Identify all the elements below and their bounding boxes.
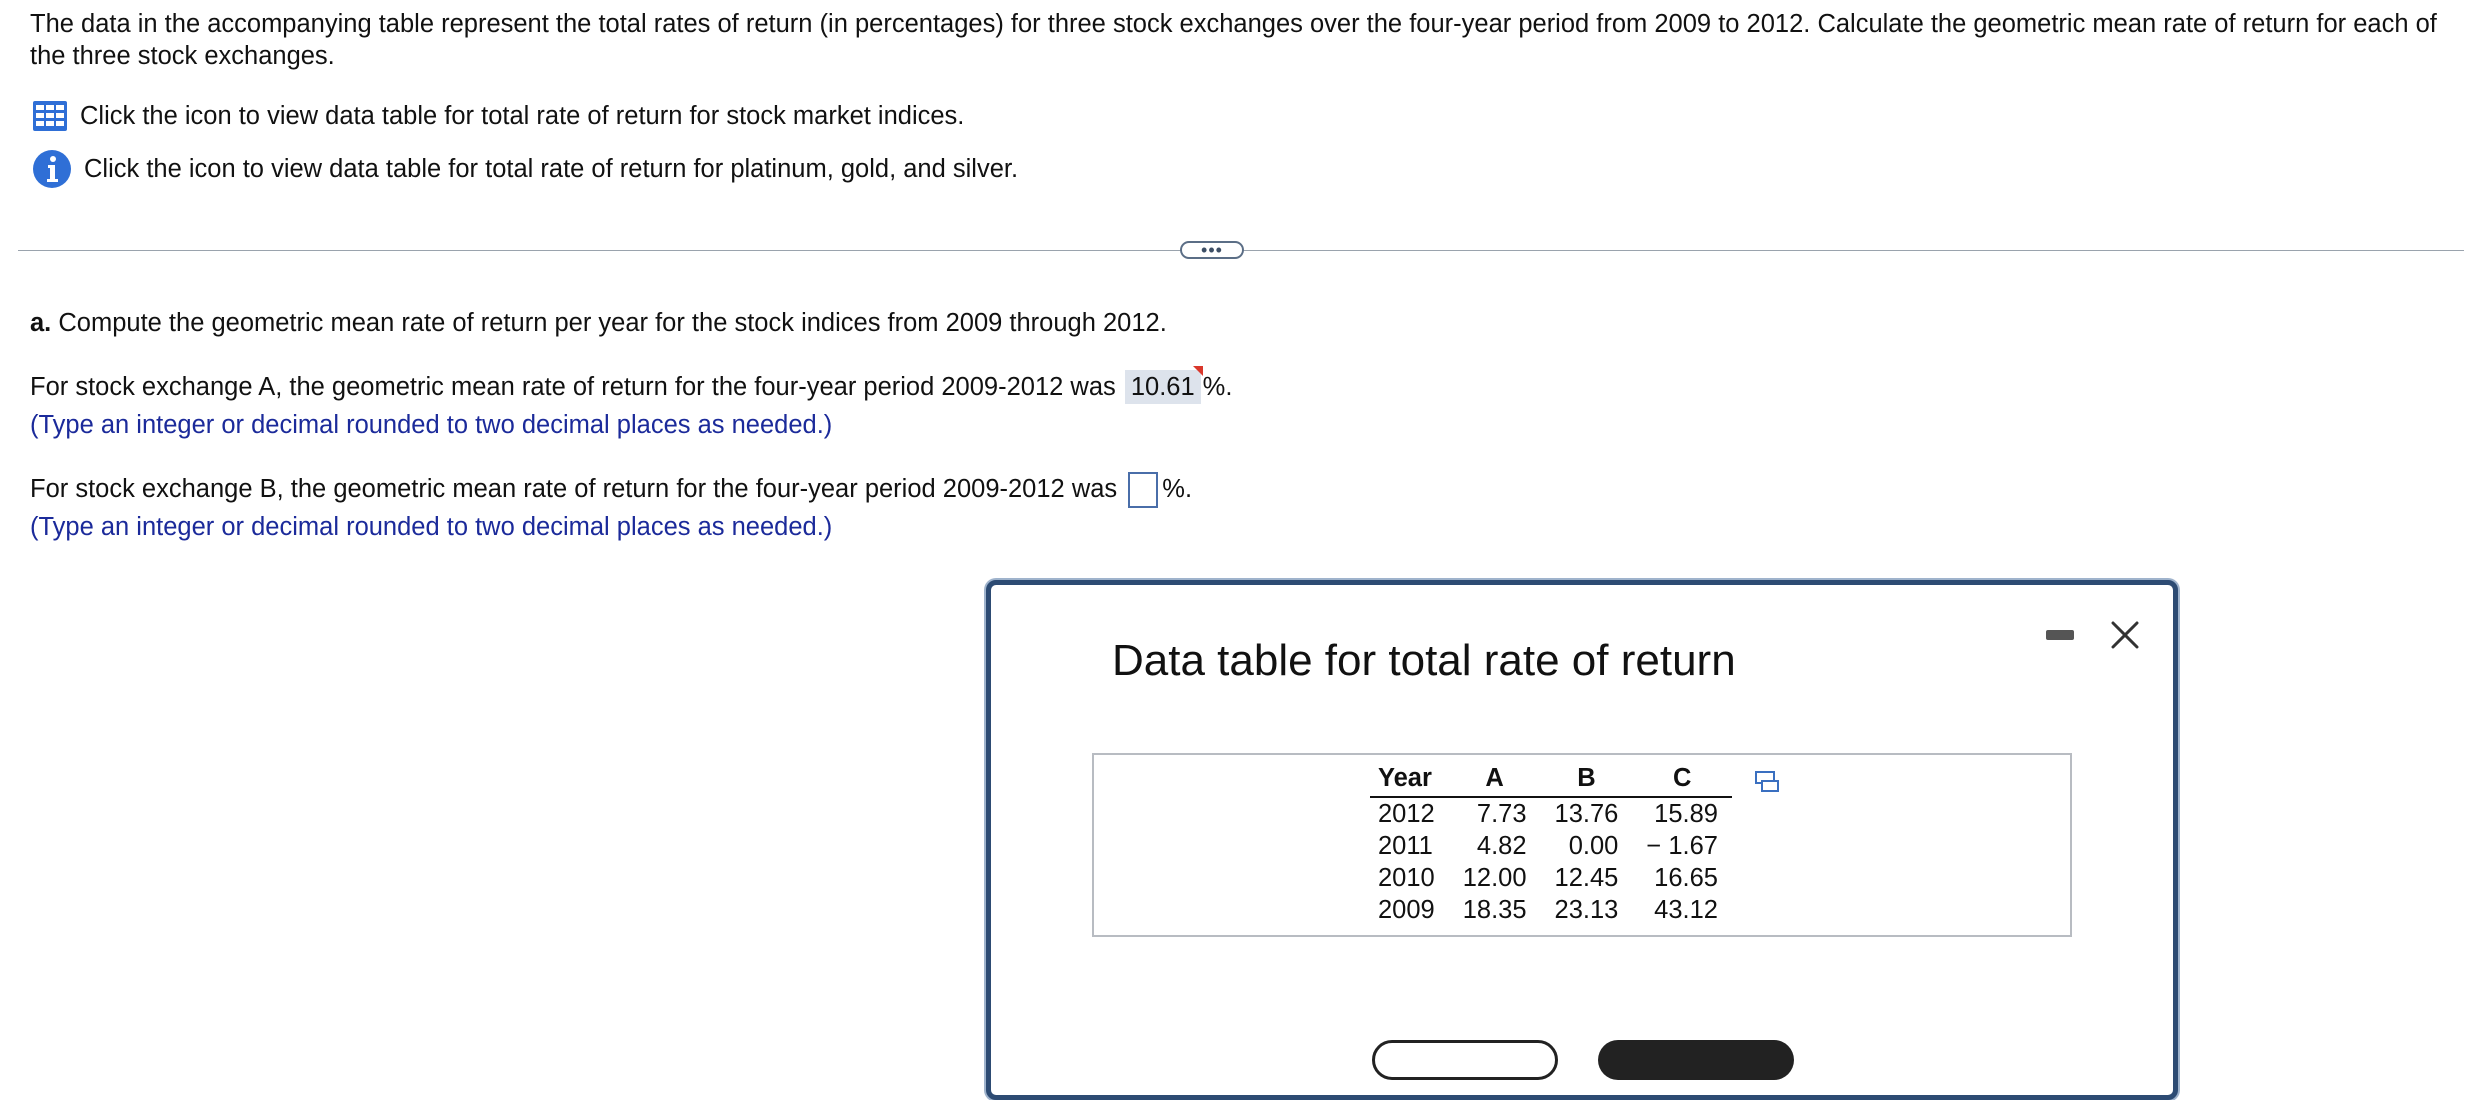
- close-button[interactable]: [2106, 616, 2144, 654]
- cell-a: 7.73: [1476, 800, 1527, 828]
- hint-b: (Type an integer or decimal rounded to t…: [30, 513, 833, 541]
- question-a-prefix: For stock exchange A, the geometric mean…: [30, 373, 1116, 401]
- table-row: 2009 18.35 23.13 43.12: [1370, 894, 1732, 926]
- link-text[interactable]: Click the icon to view data table for to…: [84, 152, 1018, 186]
- return-data-table: Year A B C 2012 7.73 13.76 15.89 2011 4.…: [1370, 762, 1732, 926]
- copy-table-button[interactable]: [1754, 770, 1780, 799]
- problem-intro: The data in the accompanying table repre…: [30, 10, 2437, 70]
- link-text[interactable]: Click the icon to view data table for to…: [80, 99, 964, 133]
- hint-a: (Type an integer or decimal rounded to t…: [30, 411, 833, 439]
- show-more-button[interactable]: •••: [1180, 241, 1244, 259]
- minimize-button[interactable]: [2046, 630, 2074, 640]
- answer-a-field[interactable]: 10.61: [1124, 366, 1203, 404]
- question-a-line: For stock exchange A, the geometric mean…: [30, 366, 1233, 404]
- answer-b-input[interactable]: [1128, 472, 1159, 509]
- cell-a: 18.35: [1462, 896, 1527, 924]
- done-button[interactable]: [1598, 1040, 1794, 1080]
- table-header-row: Year A B C: [1370, 762, 1732, 798]
- cell-c: 15.89: [1654, 800, 1718, 828]
- copy-icon[interactable]: [1754, 770, 1780, 794]
- cell-b: 12.45: [1554, 864, 1619, 892]
- cell-b: 13.76: [1554, 800, 1619, 828]
- col-header-b: B: [1540, 762, 1633, 798]
- col-header-c: C: [1632, 762, 1732, 798]
- cell-b: 23.13: [1554, 896, 1619, 924]
- cell-year: 2011: [1378, 832, 1433, 860]
- part-a-question-text: Compute the geometric mean rate of retur…: [58, 309, 1167, 337]
- cell-a: 4.82: [1476, 832, 1527, 860]
- cell-year: 2009: [1378, 896, 1435, 924]
- dialog-title: Data table for total rate of return: [1112, 636, 1736, 685]
- stock-indices-table-link[interactable]: Click the icon to view data table for to…: [32, 99, 964, 133]
- close-icon[interactable]: [2110, 620, 2140, 650]
- cell-c: 43.12: [1654, 896, 1718, 924]
- question-a-suffix: %.: [1202, 373, 1233, 401]
- cell-a: 12.00: [1462, 864, 1527, 892]
- incorrect-flag-icon: [1192, 366, 1203, 376]
- question-b-line: For stock exchange B, the geometric mean…: [30, 472, 1193, 509]
- question-b-suffix: %.: [1162, 475, 1193, 503]
- table-row: 2010 12.00 12.45 16.65: [1370, 862, 1732, 894]
- part-a-label: a.: [30, 309, 52, 337]
- question-b-prefix: For stock exchange B, the geometric mean…: [30, 475, 1118, 503]
- cell-b: 0.00: [1568, 832, 1619, 860]
- answer-a-value: 10.61: [1130, 373, 1195, 401]
- cell-c: 16.65: [1654, 864, 1718, 892]
- cell-year: 2012: [1378, 800, 1435, 828]
- table-grid-icon[interactable]: [32, 100, 68, 132]
- table-row: 2011 4.82 0.00 − 1.67: [1370, 830, 1732, 862]
- table-row: 2012 7.73 13.76 15.89: [1370, 797, 1732, 830]
- col-header-a: A: [1448, 762, 1541, 798]
- metals-table-link[interactable]: Click the icon to view data table for to…: [32, 149, 1018, 189]
- cell-c: − 1.67: [1646, 832, 1718, 860]
- cell-year: 2010: [1378, 864, 1435, 892]
- info-icon[interactable]: [32, 149, 72, 189]
- col-header-year: Year: [1370, 762, 1449, 798]
- print-button[interactable]: [1372, 1040, 1558, 1080]
- part-a-question: a. Compute the geometric mean rate of re…: [30, 306, 1167, 340]
